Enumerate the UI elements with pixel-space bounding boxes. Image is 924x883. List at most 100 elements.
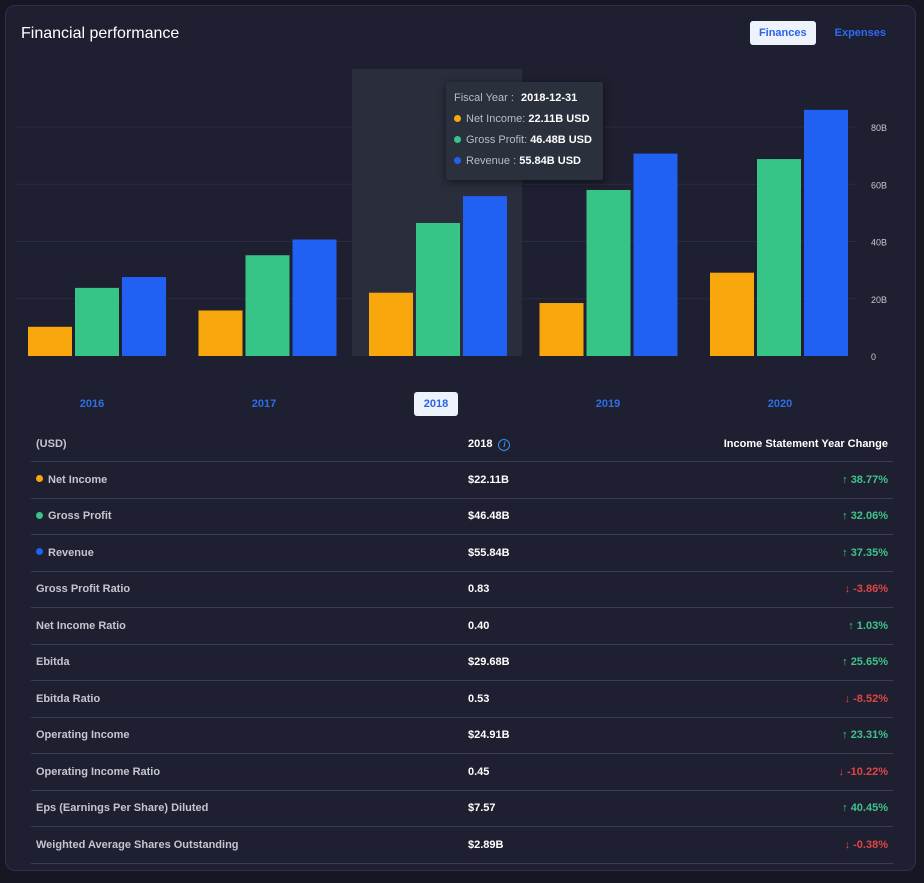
table-row: Ebitda $29.68B ↑ 25.65%	[31, 644, 893, 681]
change-value: 40.45%	[850, 802, 888, 815]
year-button-2019[interactable]: 2019	[586, 392, 630, 416]
tooltip-label: Gross Profit:	[466, 134, 528, 146]
bar-net-income-2019	[539, 303, 584, 356]
net-income-dot-icon	[454, 114, 461, 122]
arrow-down-icon: ↓	[844, 838, 854, 851]
bar-net-income-2016	[28, 326, 72, 356]
tooltip-label: Revenue :	[466, 155, 517, 167]
tooltip-fiscal-year: Fiscal Year : 2018-12-31	[454, 90, 577, 106]
row-change: ↑ 23.31%	[673, 717, 893, 754]
row-label-cell: Ebitda	[31, 644, 463, 681]
year-selector: 2016 2017 2018 2019 2020	[6, 392, 917, 418]
table-row: Eps (Earnings Per Share) Diluted $7.57 ↑ 4…	[31, 790, 893, 827]
row-label-cell: Operating Income Ratio	[31, 753, 463, 791]
arrow-up-icon: ↑	[842, 510, 851, 523]
row-value: 0.83	[463, 571, 673, 608]
row-label: Gross Profit	[48, 510, 112, 523]
row-change: ↑ 40.45%	[673, 790, 893, 827]
row-label: Ebitda Ratio	[36, 692, 101, 705]
bar-net-income-2020	[710, 272, 754, 356]
series-dot-icon	[36, 475, 43, 483]
arrow-up-icon: ↑	[842, 546, 851, 559]
row-label-cell: Weighted Average Shares Outstanding	[31, 826, 463, 864]
year-button-2018[interactable]: 2018	[414, 392, 458, 416]
row-change: ↓ -10.22%	[673, 753, 893, 791]
row-label: Net Income Ratio	[36, 619, 126, 632]
bar-gross-profit-2018	[416, 222, 460, 356]
row-label: Revenue	[48, 546, 94, 559]
year-button-2017[interactable]: 2017	[242, 392, 286, 416]
year-button-2020[interactable]: 2020	[758, 392, 802, 416]
arrow-up-icon: ↑	[842, 656, 851, 669]
tooltip-fiscal-label: Fiscal Year :	[454, 92, 514, 104]
row-value: $22.11B	[463, 461, 673, 499]
change-value: 23.31%	[850, 729, 888, 742]
row-label: Gross Profit Ratio	[36, 583, 131, 596]
row-label-cell: Net Income	[31, 461, 463, 499]
unit-header: (USD)	[31, 427, 463, 462]
row-value: $24.91B	[463, 717, 673, 754]
row-label: Operating Income Ratio	[36, 765, 161, 778]
row-change: ↑ 38.77%	[673, 461, 893, 499]
table-row: Weighted Average Shares Outstanding $2.89…	[31, 826, 893, 864]
arrow-down-icon: ↓	[838, 765, 848, 778]
table-row: Net Income Ratio 0.40 ↑ 1.03%	[31, 607, 893, 645]
row-change: ↓ -3.86%	[673, 571, 893, 608]
y-tick-label: 60B	[871, 180, 887, 190]
change-value: 32.06%	[850, 510, 888, 523]
row-value: $55.84B	[463, 534, 673, 572]
row-value: $2.89B	[463, 826, 673, 864]
change-value: -0.38%	[853, 838, 888, 851]
y-tick-label: 20B	[871, 295, 887, 305]
arrow-up-icon: ↑	[842, 473, 851, 486]
bar-revenue-2019	[633, 153, 678, 356]
info-icon[interactable]: i	[498, 438, 511, 451]
bar-revenue-2020	[804, 109, 848, 356]
row-label: Ebitda	[36, 656, 70, 669]
tooltip-row-revenue: Revenue : 55.84B USD	[454, 153, 581, 169]
arrow-down-icon: ↓	[844, 583, 854, 596]
change-value: -8.52%	[853, 692, 888, 705]
y-tick-label: 40B	[871, 238, 887, 248]
row-label: Weighted Average Shares Outstanding	[36, 838, 239, 851]
year-button-2016[interactable]: 2016	[70, 392, 114, 416]
change-header: Income Statement Year Change	[673, 427, 893, 462]
bar-chart: 0 20B 40B 60B 80B	[16, 69, 887, 362]
change-value: 1.03%	[856, 619, 888, 632]
bar-gross-profit-2016	[75, 287, 119, 356]
tooltip-label: Net Income:	[466, 113, 526, 125]
tooltip-value: 55.84B USD	[519, 155, 581, 167]
table-body: Net Income $22.11B ↑ 38.77% Gross Profit $46…	[31, 461, 893, 864]
arrow-up-icon: ↑	[842, 729, 851, 742]
financial-performance-card: Financial performance Finances Expenses …	[5, 5, 916, 871]
y-tick-label: 80B	[871, 123, 887, 133]
arrow-up-icon: ↑	[842, 802, 851, 815]
tooltip-row-net-income: Net Income: 22.11B USD	[454, 111, 590, 127]
series-dot-icon	[36, 511, 43, 519]
change-value: 37.35%	[850, 546, 888, 559]
row-label-cell: Ebitda Ratio	[31, 680, 463, 718]
tooltip-value: 22.11B USD	[528, 113, 590, 125]
row-label-cell: Revenue	[31, 534, 463, 572]
revenue-dot-icon	[454, 156, 461, 164]
gross-profit-dot-icon	[454, 135, 461, 143]
table-header-row: (USD) 2018 i Income Statement Year Change	[31, 427, 893, 462]
row-change: ↓ -8.52%	[673, 680, 893, 718]
change-value: 25.65%	[850, 656, 888, 669]
row-label-cell: Gross Profit Ratio	[31, 571, 463, 608]
series-dot-icon	[36, 548, 43, 556]
arrow-down-icon: ↓	[844, 692, 854, 705]
row-value: 0.53	[463, 680, 673, 718]
bar-net-income-2018	[369, 292, 413, 356]
income-statement-table: (USD) 2018 i Income Statement Year Change…	[31, 427, 893, 864]
row-value: 0.45	[463, 753, 673, 791]
bar-gross-profit-2020	[757, 159, 801, 356]
bar-gross-profit-2017	[245, 255, 290, 356]
table-row: Ebitda Ratio 0.53 ↓ -8.52%	[31, 680, 893, 718]
table-row: Revenue $55.84B ↑ 37.35%	[31, 534, 893, 572]
row-change: ↑ 32.06%	[673, 498, 893, 535]
table-row: Gross Profit $46.48B ↑ 32.06%	[31, 498, 893, 535]
row-change: ↑ 37.35%	[673, 534, 893, 572]
row-change: ↑ 1.03%	[673, 607, 893, 645]
bar-revenue-2016	[122, 276, 166, 356]
